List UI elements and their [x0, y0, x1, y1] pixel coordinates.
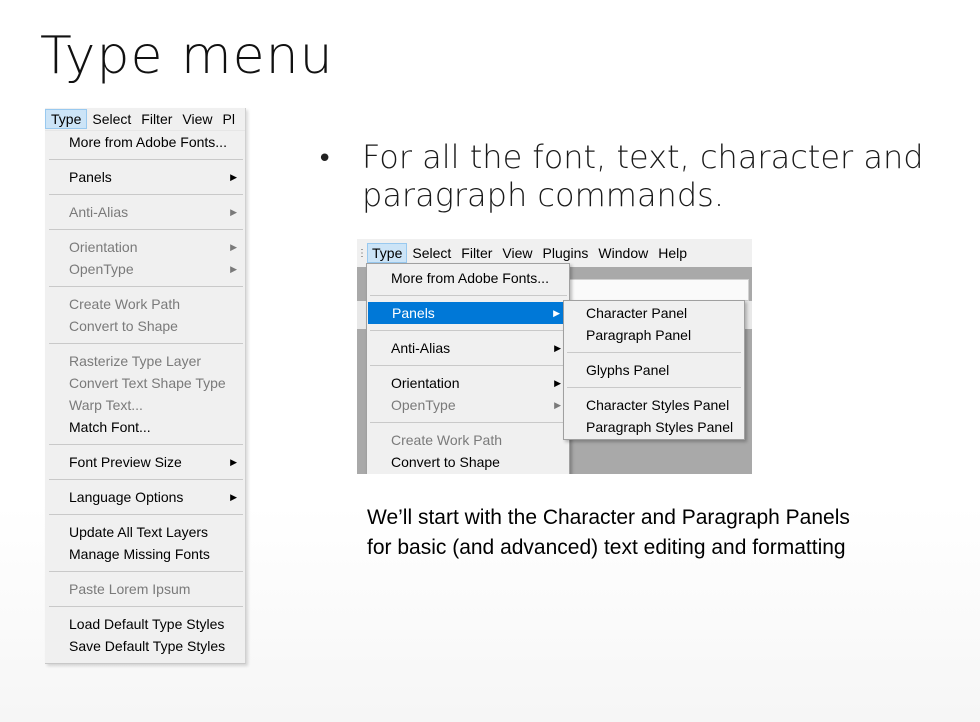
menu-item-font-preview-size[interactable]: Font Preview Size ▶	[45, 451, 245, 473]
submenu-item-character-styles[interactable]: Character Styles Panel	[564, 394, 744, 416]
menu-item-save-default[interactable]: Save Default Type Styles	[45, 635, 245, 657]
menubar: Type Select Filter View Pl	[45, 108, 245, 131]
menu-item-load-default[interactable]: Load Default Type Styles	[45, 613, 245, 635]
menu-item-label: Language Options	[69, 489, 184, 505]
menu-separator	[370, 422, 567, 423]
options-bar-field	[567, 279, 749, 301]
menu-separator	[49, 286, 243, 287]
submenu-arrow-icon: ▶	[230, 172, 237, 182]
menubar-type[interactable]: Type	[367, 243, 408, 263]
menu-item-warp-text: Warp Text...	[69, 397, 143, 413]
menu-item-orientation[interactable]: Orientation ▶	[367, 372, 569, 394]
menu-item-label: Font Preview Size	[69, 454, 182, 470]
submenu-item-character-panel[interactable]: Character Panel	[564, 302, 744, 324]
bullet-text: For all the font, text, character and pa…	[362, 138, 924, 214]
menubar-view[interactable]: View	[177, 109, 217, 129]
menu-separator	[370, 365, 567, 366]
caption-line: We’ll start with the Character and Parag…	[367, 506, 850, 529]
menu-item-more-fonts[interactable]: More from Adobe Fonts...	[45, 131, 245, 153]
menu-item-match-font[interactable]: Match Font...	[45, 416, 245, 438]
menu-item-convert-to-shape: Convert to Shape	[69, 318, 178, 334]
menu-item-opentype: OpenType ▶	[45, 258, 245, 280]
menu-item-anti-alias: Anti-Alias ▶	[45, 201, 245, 223]
menu-item-label: Orientation	[391, 375, 460, 391]
submenu-arrow-icon: ▶	[230, 492, 237, 502]
menu-separator	[49, 514, 243, 515]
menu-item-update-all[interactable]: Update All Text Layers	[45, 521, 245, 543]
menu-separator	[49, 194, 243, 195]
menubar-window[interactable]: Window	[593, 245, 653, 261]
menu-item-paste-lorem: Paste Lorem Ipsum	[69, 581, 191, 597]
menu-item-anti-alias[interactable]: Anti-Alias ▶	[367, 337, 569, 359]
menu-item-label: Anti-Alias	[69, 204, 129, 220]
menu-item-label: OpenType	[391, 397, 456, 413]
menubar-help[interactable]: Help	[653, 245, 692, 261]
menu-item-create-work-path: Create Work Path	[69, 296, 181, 312]
menu-separator	[49, 444, 243, 445]
menu-item-convert-text-shape: Convert Text Shape Type	[69, 375, 226, 391]
menubar-filter[interactable]: Filter	[136, 109, 177, 129]
menu-item-more-fonts[interactable]: More from Adobe Fonts...	[367, 267, 569, 289]
submenu-item-glyphs-panel[interactable]: Glyphs Panel	[564, 359, 744, 381]
menu-separator	[49, 606, 243, 607]
submenu-arrow-icon: ▶	[230, 242, 237, 252]
submenu-item-paragraph-panel[interactable]: Paragraph Panel	[564, 324, 744, 346]
menu-separator	[49, 571, 243, 572]
slide-title: Type menu	[40, 26, 334, 86]
submenu-arrow-icon: ▶	[230, 207, 237, 217]
menu-item-label: Orientation	[69, 239, 138, 255]
caption-line: for basic (and advanced) text editing an…	[367, 536, 846, 559]
menubar-edge: ⋮	[357, 247, 367, 259]
menu-separator	[567, 352, 741, 353]
menu-item-label: OpenType	[69, 261, 134, 277]
submenu-arrow-icon: ▶	[554, 378, 561, 388]
menu-item-orientation: Orientation ▶	[45, 236, 245, 258]
panels-submenu-screenshot: ⋮ Type Select Filter View Plugins Window…	[357, 239, 752, 474]
menubar-select[interactable]: Select	[87, 109, 136, 129]
menubar-plugins-truncated[interactable]: Pl	[218, 109, 240, 129]
submenu-arrow-icon: ▶	[554, 343, 561, 353]
type-menu-screenshot: Type Select Filter View Pl More from Ado…	[45, 108, 246, 664]
menu-item-opentype: OpenType ▶	[367, 394, 569, 416]
menu-item-panels[interactable]: Panels ▶	[368, 302, 568, 324]
menubar-select[interactable]: Select	[407, 245, 456, 261]
caption: We’ll start with the Character and Parag…	[367, 503, 972, 563]
menubar-filter[interactable]: Filter	[456, 245, 497, 261]
panels-submenu: Character Panel Paragraph Panel Glyphs P…	[563, 300, 745, 440]
menu-separator	[49, 229, 243, 230]
menu-separator	[370, 295, 567, 296]
menu-item-language-options[interactable]: Language Options ▶	[45, 486, 245, 508]
menu-separator	[370, 330, 567, 331]
menu-separator	[49, 159, 243, 160]
submenu-arrow-icon: ▶	[554, 400, 561, 410]
submenu-arrow-icon: ▶	[230, 264, 237, 274]
menu-item-convert-to-shape[interactable]: Convert to Shape	[367, 451, 569, 473]
menu-separator	[49, 479, 243, 480]
menu-item-manage-missing[interactable]: Manage Missing Fonts	[45, 543, 245, 565]
menubar-view[interactable]: View	[497, 245, 537, 261]
menu-item-label: Anti-Alias	[391, 340, 451, 356]
bullet-icon: •	[317, 144, 333, 174]
submenu-item-paragraph-styles[interactable]: Paragraph Styles Panel	[564, 416, 744, 438]
submenu-arrow-icon: ▶	[553, 308, 560, 318]
menu-item-create-work-path: Create Work Path	[391, 432, 503, 448]
menu-item-label: Panels	[392, 305, 435, 321]
menu-separator	[567, 387, 741, 388]
menubar-type[interactable]: Type	[45, 109, 88, 129]
menubar-plugins[interactable]: Plugins	[538, 245, 594, 261]
menu-item-label: Panels	[69, 169, 112, 185]
type-menu-dropdown: More from Adobe Fonts... Panels ▶ Anti-Al…	[45, 131, 245, 657]
type-menu-dropdown: More from Adobe Fonts... Panels ▶ Anti-Al…	[366, 263, 570, 474]
submenu-arrow-icon: ▶	[230, 457, 237, 467]
menu-separator	[49, 343, 243, 344]
menu-item-rasterize: Rasterize Type Layer	[69, 353, 202, 369]
menu-item-panels[interactable]: Panels ▶	[45, 166, 245, 188]
